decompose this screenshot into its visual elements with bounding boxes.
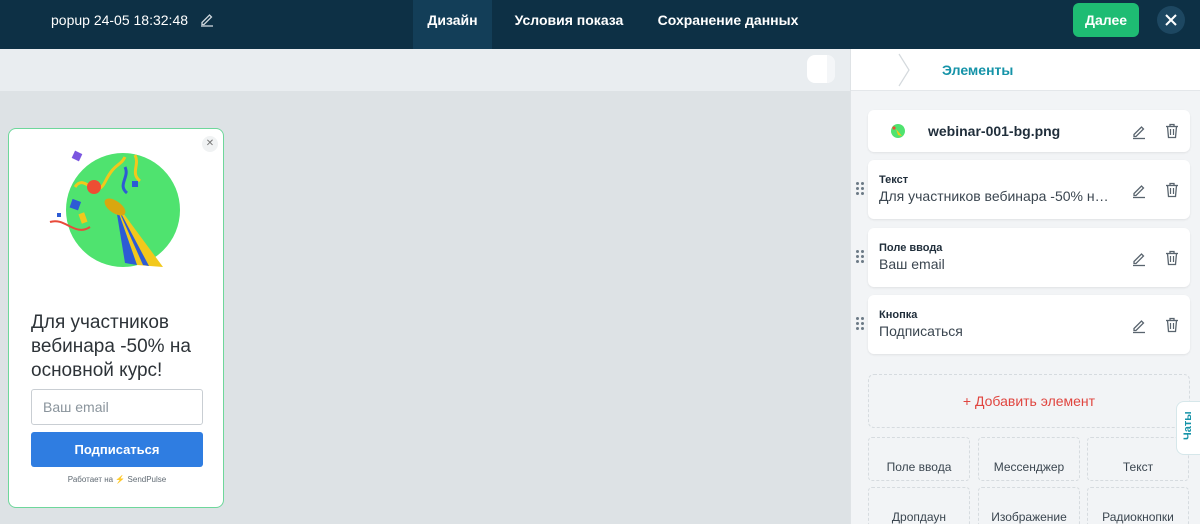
canvas-toolbar (0, 49, 850, 91)
tab-display-conditions[interactable]: Условия показа (505, 0, 633, 49)
element-text-card[interactable]: Текст Для участников вебинара -50% на ос… (868, 160, 1190, 219)
popup-title: Для участников вебинара -50% на основной… (31, 312, 191, 381)
tile-input-field[interactable]: Поле ввода (868, 437, 970, 481)
edit-pencil-icon[interactable] (1130, 122, 1148, 140)
element-image-card[interactable]: webinar-001-bg.png (868, 110, 1190, 152)
element-type-label: Поле ввода (879, 242, 943, 254)
tile-image[interactable]: Изображение (978, 487, 1080, 524)
powered-by: Работает на ⚡ SendPulse (67, 475, 167, 484)
trash-icon[interactable] (1163, 316, 1181, 334)
top-bar: popup 24-05 18:32:48 Дизайн Условия пока… (0, 0, 1200, 49)
edit-pencil-icon[interactable] (1130, 181, 1148, 199)
element-image-filename: webinar-001-bg.png (928, 123, 1061, 139)
edit-name-icon[interactable] (199, 11, 215, 27)
chats-label: Чаты (1182, 411, 1194, 440)
panel-title: Элементы (942, 62, 1014, 78)
elements-panel: Элементы webinar-001-bg.png Текст Для уч… (850, 49, 1200, 524)
close-button[interactable] (1157, 6, 1185, 34)
tile-text[interactable]: Текст (1087, 437, 1189, 481)
add-element-button[interactable]: + Добавить элемент (868, 374, 1190, 428)
element-value: Подписаться (879, 323, 963, 339)
edit-pencil-icon[interactable] (1130, 316, 1148, 334)
element-button-card[interactable]: Кнопка Подписаться (868, 295, 1190, 354)
drag-handle-icon[interactable] (856, 250, 864, 264)
panel-header: Элементы (851, 49, 1200, 91)
popup-name: popup 24-05 18:32:48 (51, 12, 189, 28)
element-input-card[interactable]: Поле ввода Ваш email (868, 228, 1190, 287)
popup-close-icon[interactable]: ✕ (202, 136, 218, 152)
drag-handle-icon[interactable] (856, 317, 864, 331)
tab-design[interactable]: Дизайн (413, 0, 492, 49)
tab-data-saving[interactable]: Сохранение данных (648, 0, 808, 49)
tile-dropdown[interactable]: Дропдаун (868, 487, 970, 524)
chats-tab[interactable]: Чаты (1176, 401, 1200, 455)
tile-messenger[interactable]: Мессенджер (978, 437, 1080, 481)
trash-icon[interactable] (1163, 181, 1181, 199)
edit-pencil-icon[interactable] (1130, 249, 1148, 267)
party-popper-image (49, 150, 180, 267)
drag-handle-icon[interactable] (856, 182, 864, 196)
lightning-icon: ⚡ (115, 475, 126, 484)
element-type-label: Кнопка (879, 309, 918, 321)
trash-icon[interactable] (1163, 249, 1181, 267)
popup-email-input[interactable]: Ваш email (31, 389, 203, 425)
trash-icon[interactable] (1163, 122, 1181, 140)
image-thumbnail-icon (891, 124, 905, 138)
element-value: Ваш email (879, 256, 945, 272)
close-icon (1165, 14, 1177, 26)
element-type-label: Текст (879, 174, 909, 186)
next-button[interactable]: Далее (1073, 3, 1139, 37)
breadcrumb-chevron-icon (898, 53, 910, 87)
element-value: Для участников вебинара -50% на основной… (879, 188, 1109, 204)
popup-subscribe-button[interactable]: Подписаться (31, 432, 203, 467)
view-toggle[interactable] (807, 55, 835, 83)
popup-preview[interactable]: ✕ Для участников вебинара -50% на основн… (8, 128, 224, 508)
tile-radio-buttons[interactable]: Радиокнопки (1087, 487, 1189, 524)
